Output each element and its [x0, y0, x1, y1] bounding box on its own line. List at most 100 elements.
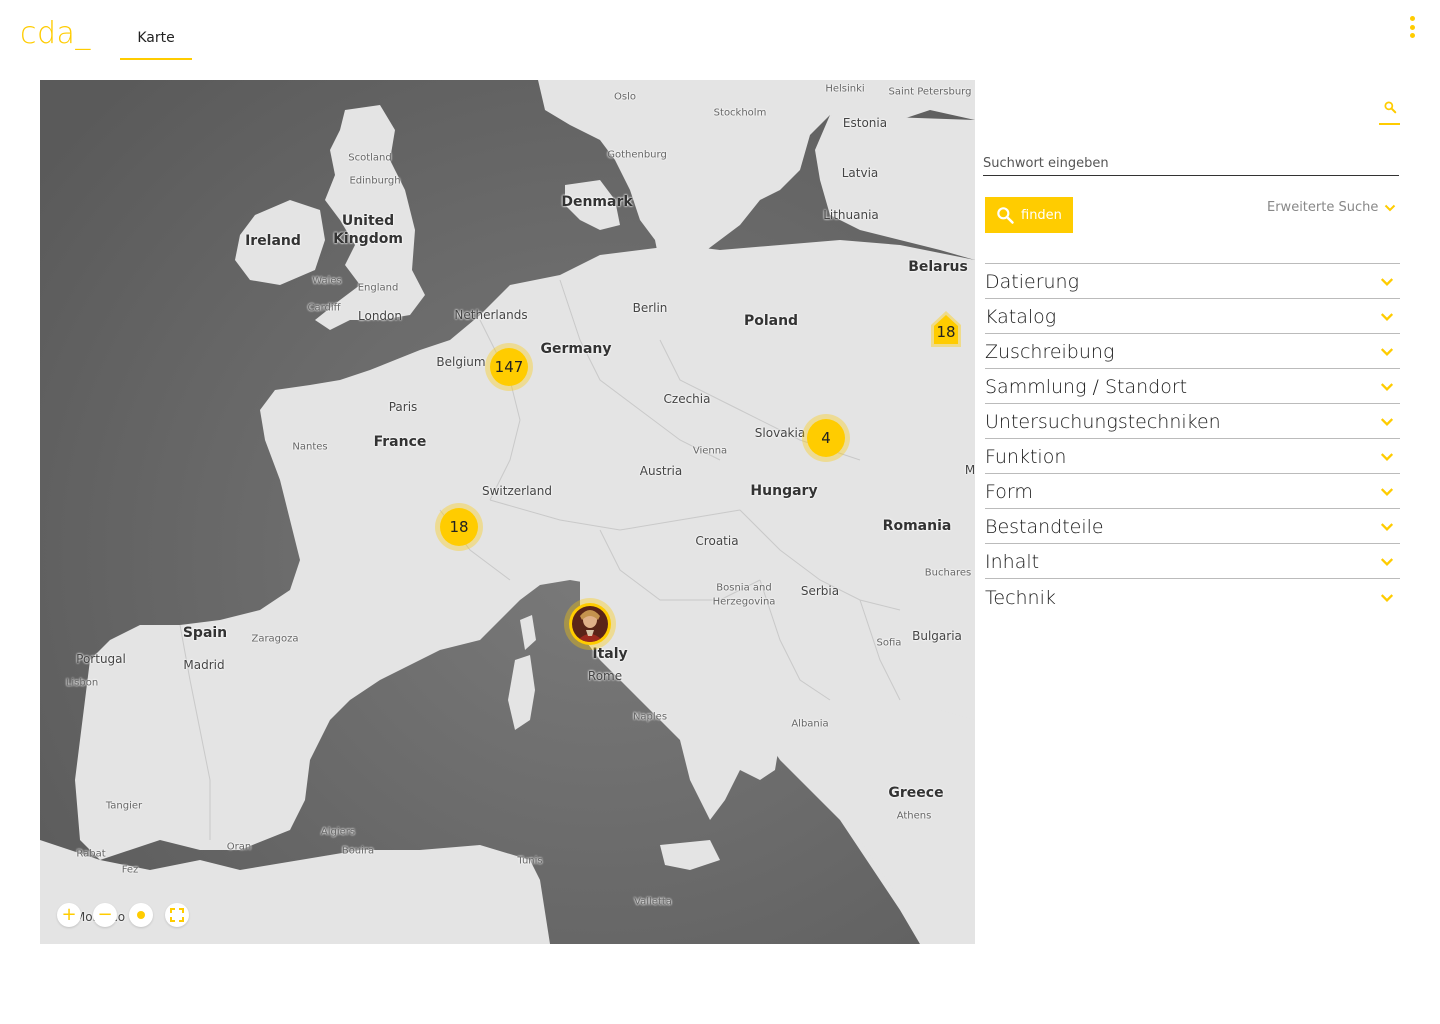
facet-label: Katalog — [985, 306, 1057, 328]
map-label-czechia: Czechia — [663, 392, 711, 406]
fullscreen-icon — [170, 908, 184, 922]
map-label-tangier: Tangier — [105, 800, 143, 812]
map-cluster-marker[interactable]: 18 — [435, 503, 483, 551]
cluster-count: 147 — [490, 348, 528, 386]
zoom-out-button[interactable]: − — [93, 903, 117, 927]
map-label-ireland: Ireland — [245, 233, 301, 249]
map-label-austria: Austria — [639, 464, 683, 478]
chevron-down-icon — [1380, 453, 1394, 461]
map-label-algiers: Algiers — [320, 826, 356, 838]
facet-label: Bestandteile — [985, 516, 1104, 538]
cluster-count: 18 — [440, 508, 478, 546]
locate-button[interactable] — [129, 903, 153, 927]
portrait-thumbnail — [572, 606, 608, 642]
app-logo[interactable]: cda_ — [20, 16, 91, 51]
search-toggle-button[interactable] — [1379, 100, 1400, 125]
map-label-belarus: Belarus — [908, 259, 968, 275]
facet-label: Zuschreibung — [985, 341, 1115, 363]
map-label-albania: Albania — [791, 718, 829, 730]
chevron-down-icon — [1385, 204, 1396, 211]
map-label-greece: Greece — [888, 785, 944, 801]
cluster-count: 18 — [936, 323, 956, 341]
advanced-search-toggle[interactable]: Erweiterte Suche — [1267, 200, 1396, 215]
map-cluster-marker[interactable]: 147 — [485, 343, 533, 391]
map-label-stockholm: Stockholm — [713, 107, 767, 119]
facet-funktion[interactable]: Funktion — [985, 439, 1400, 474]
map-label-lisbon: Lisbon — [65, 677, 99, 689]
map-label-berlin: Berlin — [632, 301, 668, 315]
facet-list: Datierung Katalog Zuschreibung Sammlung … — [985, 263, 1400, 614]
map-label-netherlands: Netherlands — [454, 308, 528, 322]
facet-untersuchungstechniken[interactable]: Untersuchungstechniken — [985, 404, 1400, 439]
map-label-belgium: Belgium — [436, 355, 486, 369]
map-label-edge: M — [964, 463, 975, 477]
map-label-vienna: Vienna — [692, 445, 728, 457]
map-label-nantes: Nantes — [292, 441, 328, 453]
map-label-tunis: Tunis — [517, 855, 543, 867]
locate-dot-icon — [137, 911, 145, 919]
map-label-croatia: Croatia — [695, 534, 739, 548]
facet-katalog[interactable]: Katalog — [985, 299, 1400, 334]
map-label-wales: Wales — [312, 275, 342, 287]
map-label-spain: Spain — [182, 625, 228, 641]
map-label-paris: Paris — [388, 400, 418, 414]
map-offscreen-cluster-marker[interactable]: 18 — [931, 311, 961, 347]
chevron-down-icon — [1380, 348, 1394, 356]
map-label-gothenburg: Gothenburg — [607, 149, 667, 161]
map-label-slovakia: Slovakia — [754, 426, 806, 440]
map-label-bosnia1: Bosnia and — [716, 582, 772, 594]
zoom-in-button[interactable]: + — [57, 903, 81, 927]
map-label-estonia: Estonia — [842, 116, 888, 130]
map-label-hungary: Hungary — [750, 483, 818, 499]
advanced-search-label: Erweiterte Suche — [1267, 200, 1379, 215]
map-label-kingdom: Kingdom — [333, 231, 403, 247]
map-label-france: France — [373, 434, 427, 450]
map-label-zaragoza: Zaragoza — [251, 633, 299, 645]
map-label-fez: Fez — [121, 864, 139, 876]
search-icon — [1383, 101, 1396, 114]
facet-label: Funktion — [985, 446, 1067, 468]
find-button-label: finden — [1021, 207, 1062, 223]
facet-technik[interactable]: Technik — [985, 579, 1400, 614]
map-label-bulgaria: Bulgaria — [912, 629, 962, 643]
chevron-down-icon — [1380, 558, 1394, 566]
map-label-edinburgh: Edinburgh — [349, 175, 401, 187]
facet-zuschreibung[interactable]: Zuschreibung — [985, 334, 1400, 369]
chevron-down-icon — [1380, 418, 1394, 426]
chevron-down-icon — [1380, 523, 1394, 531]
facet-inhalt[interactable]: Inhalt — [985, 544, 1400, 579]
search-input[interactable] — [983, 152, 1399, 176]
map-label-scotland: Scotland — [348, 152, 392, 164]
facet-sammlung-standort[interactable]: Sammlung / Standort — [985, 369, 1400, 404]
map-label-oran: Oran — [226, 841, 252, 853]
find-button[interactable]: finden — [985, 197, 1073, 233]
facet-form[interactable]: Form — [985, 474, 1400, 509]
facet-bestandteile[interactable]: Bestandteile — [985, 509, 1400, 544]
map-cluster-marker[interactable]: 4 — [802, 414, 850, 462]
facet-label: Inhalt — [985, 551, 1040, 573]
facet-label: Untersuchungstechniken — [985, 411, 1221, 433]
app-header: cda_ Karte — [0, 0, 1440, 80]
chevron-down-icon — [1380, 593, 1394, 602]
chevron-down-icon — [1380, 313, 1394, 321]
map-label-naples: Naples — [632, 711, 668, 723]
facet-datierung[interactable]: Datierung — [985, 264, 1400, 299]
chevron-down-icon — [1380, 278, 1394, 286]
facet-label: Technik — [985, 586, 1056, 609]
fullscreen-button[interactable] — [165, 903, 189, 927]
tab-karte[interactable]: Karte — [120, 22, 192, 60]
chevron-down-icon — [1380, 488, 1394, 496]
map-label-poland: Poland — [743, 313, 799, 329]
more-vert-icon[interactable] — [1404, 14, 1420, 40]
map-label-bosnia2: Herzegovina — [712, 596, 776, 608]
search-panel: finden Erweiterte Suche Datierung Katalo… — [983, 80, 1400, 640]
map-label-england: England — [357, 282, 399, 294]
map-artwork-marker[interactable] — [564, 598, 616, 650]
map-label-rabat: Rabat — [76, 848, 106, 860]
map-label-athens: Athens — [896, 810, 932, 822]
map-view[interactable]: Oslo Stockholm Helsinki Saint Petersburg… — [40, 80, 975, 944]
map-label-oslo: Oslo — [614, 91, 636, 103]
facet-label: Form — [985, 481, 1033, 503]
map-label-valletta: Valletta — [634, 896, 672, 908]
map-label-germany: Germany — [540, 341, 612, 357]
